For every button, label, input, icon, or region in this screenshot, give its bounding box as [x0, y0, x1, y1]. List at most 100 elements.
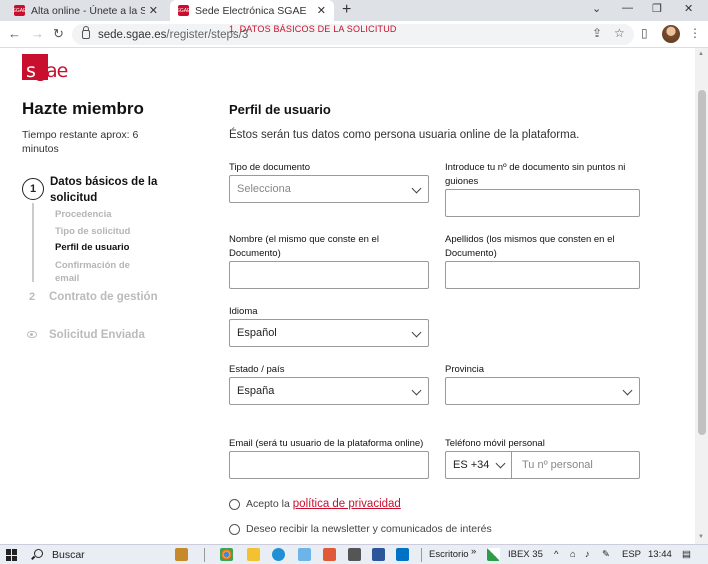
name-input[interactable]: [229, 261, 429, 289]
share-icon[interactable]: ⇪: [592, 26, 602, 40]
clock[interactable]: 13:44: [648, 549, 672, 560]
taskbar-search[interactable]: Buscar: [52, 549, 85, 561]
privacy-text: Acepto la: [246, 498, 290, 510]
sgae-logo[interactable]: sgae: [22, 54, 70, 82]
step-1-label: Datos básicos de la solicitud: [50, 176, 158, 204]
substep-confirmacion-email: Confirmación de email: [55, 260, 130, 284]
notifications-icon[interactable]: ▤: [682, 549, 691, 560]
phone-prefix-value: ES +34: [453, 459, 490, 471]
tab-title: Sede Electrónica SGAE: [195, 4, 307, 17]
sgae-favicon: SGAE: [177, 5, 190, 16]
app-icon-red[interactable]: [323, 548, 336, 561]
new-tab-button[interactable]: +: [342, 1, 351, 19]
windows-start-icon[interactable]: [6, 549, 18, 561]
privacy-consent[interactable]: Acepto la política de privacidad: [229, 498, 401, 510]
tab-title: Alta online - Únete a la SGAE: [31, 4, 145, 17]
doc-type-value: Selecciona: [237, 183, 291, 195]
privacy-policy-link[interactable]: política de privacidad: [293, 498, 401, 510]
file-explorer-icon[interactable]: [247, 548, 260, 561]
sgae-favicon: SGAE: [13, 5, 26, 16]
profile-avatar[interactable]: [662, 25, 680, 43]
taskbar-divider: [204, 548, 205, 562]
step-2-number: 2: [29, 291, 36, 303]
chevron-down-icon: [622, 385, 633, 396]
language-label: Idioma: [229, 306, 258, 317]
phone-prefix-select[interactable]: ES +34: [446, 452, 512, 478]
back-arrow-icon[interactable]: ←: [8, 26, 21, 41]
scrollbar[interactable]: ▲ ▼: [695, 48, 708, 544]
form-title: Perfil de usuario: [229, 102, 331, 117]
url-host: sede.sgae.es: [98, 28, 167, 41]
lock-icon: [82, 26, 90, 39]
browser-tab-bar: SGAE Alta online - Únete a la SGAE ✕ SGA…: [0, 0, 708, 21]
reload-icon[interactable]: ↻: [53, 26, 64, 42]
tray-chevron-icon[interactable]: ^: [554, 549, 558, 560]
minimize-button[interactable]: —: [622, 2, 633, 14]
newsletter-consent[interactable]: Deseo recibir la newsletter y comunicado…: [229, 523, 492, 535]
chevron-down-icon: [411, 183, 422, 194]
email-field[interactable]: [229, 451, 429, 479]
language-value: Español: [237, 327, 277, 339]
name-label: Nombre (el mismo que conste en el Docume…: [229, 234, 379, 259]
doc-number-label: Introduce tu nº de documento sin puntos …: [445, 162, 626, 187]
substep-tipo-solicitud: Tipo de solicitud: [55, 226, 131, 237]
country-label: Estado / país: [229, 364, 285, 375]
chevron-down-icon: [411, 327, 422, 338]
chrome-icon[interactable]: [220, 548, 233, 561]
maximize-button[interactable]: ❐: [652, 2, 662, 15]
search-icon[interactable]: [34, 549, 43, 558]
doc-number-input[interactable]: [445, 189, 640, 217]
tab-search-icon[interactable]: ⌄: [592, 2, 601, 15]
stock-chart-icon: [487, 548, 500, 561]
scroll-up-icon[interactable]: ▲: [698, 51, 704, 57]
word-icon[interactable]: [372, 548, 385, 561]
province-select[interactable]: [445, 377, 640, 405]
surname-label: Apellidos (los mismos que consten en el …: [445, 234, 615, 259]
close-window-button[interactable]: ✕: [684, 2, 693, 15]
scroll-thumb[interactable]: [698, 90, 706, 435]
doc-type-label: Tipo de documento: [229, 162, 310, 173]
desktop-toolbar[interactable]: Escritorio: [429, 549, 469, 560]
taskbar-divider: [421, 548, 422, 562]
logo-text: sgae: [26, 60, 68, 82]
newsletter-text: Deseo recibir la newsletter y comunicado…: [246, 523, 492, 535]
newsletter-radio[interactable]: [229, 523, 240, 535]
eye-icon: [27, 331, 37, 338]
bookmark-star-icon[interactable]: ☆: [614, 26, 625, 40]
pen-icon[interactable]: ✎: [602, 549, 610, 560]
tools-icon[interactable]: [348, 548, 361, 561]
tab-sede-electronica[interactable]: SGAE Sede Electrónica SGAE ✕: [170, 0, 334, 21]
privacy-radio[interactable]: [229, 498, 240, 510]
close-icon[interactable]: ✕: [317, 4, 326, 17]
taskbar: Buscar Escritorio » IBEX 35 ^ ⌂ ♪ ✎ ESP …: [0, 544, 708, 564]
forward-arrow-icon[interactable]: →: [31, 26, 44, 41]
step-connector: [32, 203, 34, 282]
app-icon[interactable]: [298, 548, 311, 561]
outlook-icon[interactable]: [396, 548, 409, 561]
close-icon[interactable]: ✕: [149, 4, 158, 17]
sidebar-title: Hazte miembro: [22, 99, 144, 118]
country-select[interactable]: España: [229, 377, 429, 405]
ibex-ticker[interactable]: IBEX 35: [508, 549, 543, 560]
side-panel-icon[interactable]: ▯: [641, 26, 648, 40]
section-label: 1. DATOS BÁSICOS DE LA SOLICITUD: [229, 24, 397, 34]
surname-input[interactable]: [445, 261, 640, 289]
language-indicator[interactable]: ESP: [622, 549, 641, 560]
step-3-label: Solicitud Enviada: [49, 329, 145, 341]
phone-input[interactable]: Tu nº personal: [512, 452, 639, 478]
form-description: Éstos serán tus datos como persona usuar…: [229, 129, 580, 141]
language-select[interactable]: Español: [229, 319, 429, 347]
menu-kebab-icon[interactable]: ⋮: [689, 26, 701, 40]
scroll-down-icon[interactable]: ▼: [698, 534, 704, 540]
time-remaining: Tiempo restante aprox: 6 minutos: [22, 129, 139, 155]
sidebar: sgae Hazte miembro Tiempo restante aprox…: [0, 48, 172, 544]
tab-alta-online[interactable]: SGAE Alta online - Únete a la SGAE ✕: [6, 0, 166, 21]
chevron-right-icon[interactable]: »: [471, 546, 476, 557]
network-icon[interactable]: ⌂: [570, 549, 576, 560]
step-1-badge: 1: [22, 178, 44, 200]
volume-icon[interactable]: ♪: [585, 549, 590, 560]
doc-type-select[interactable]: Selecciona: [229, 175, 429, 203]
edge-icon[interactable]: [272, 548, 285, 561]
briefcase-icon[interactable]: [175, 548, 188, 561]
phone-group: ES +34 Tu nº personal: [445, 451, 640, 479]
